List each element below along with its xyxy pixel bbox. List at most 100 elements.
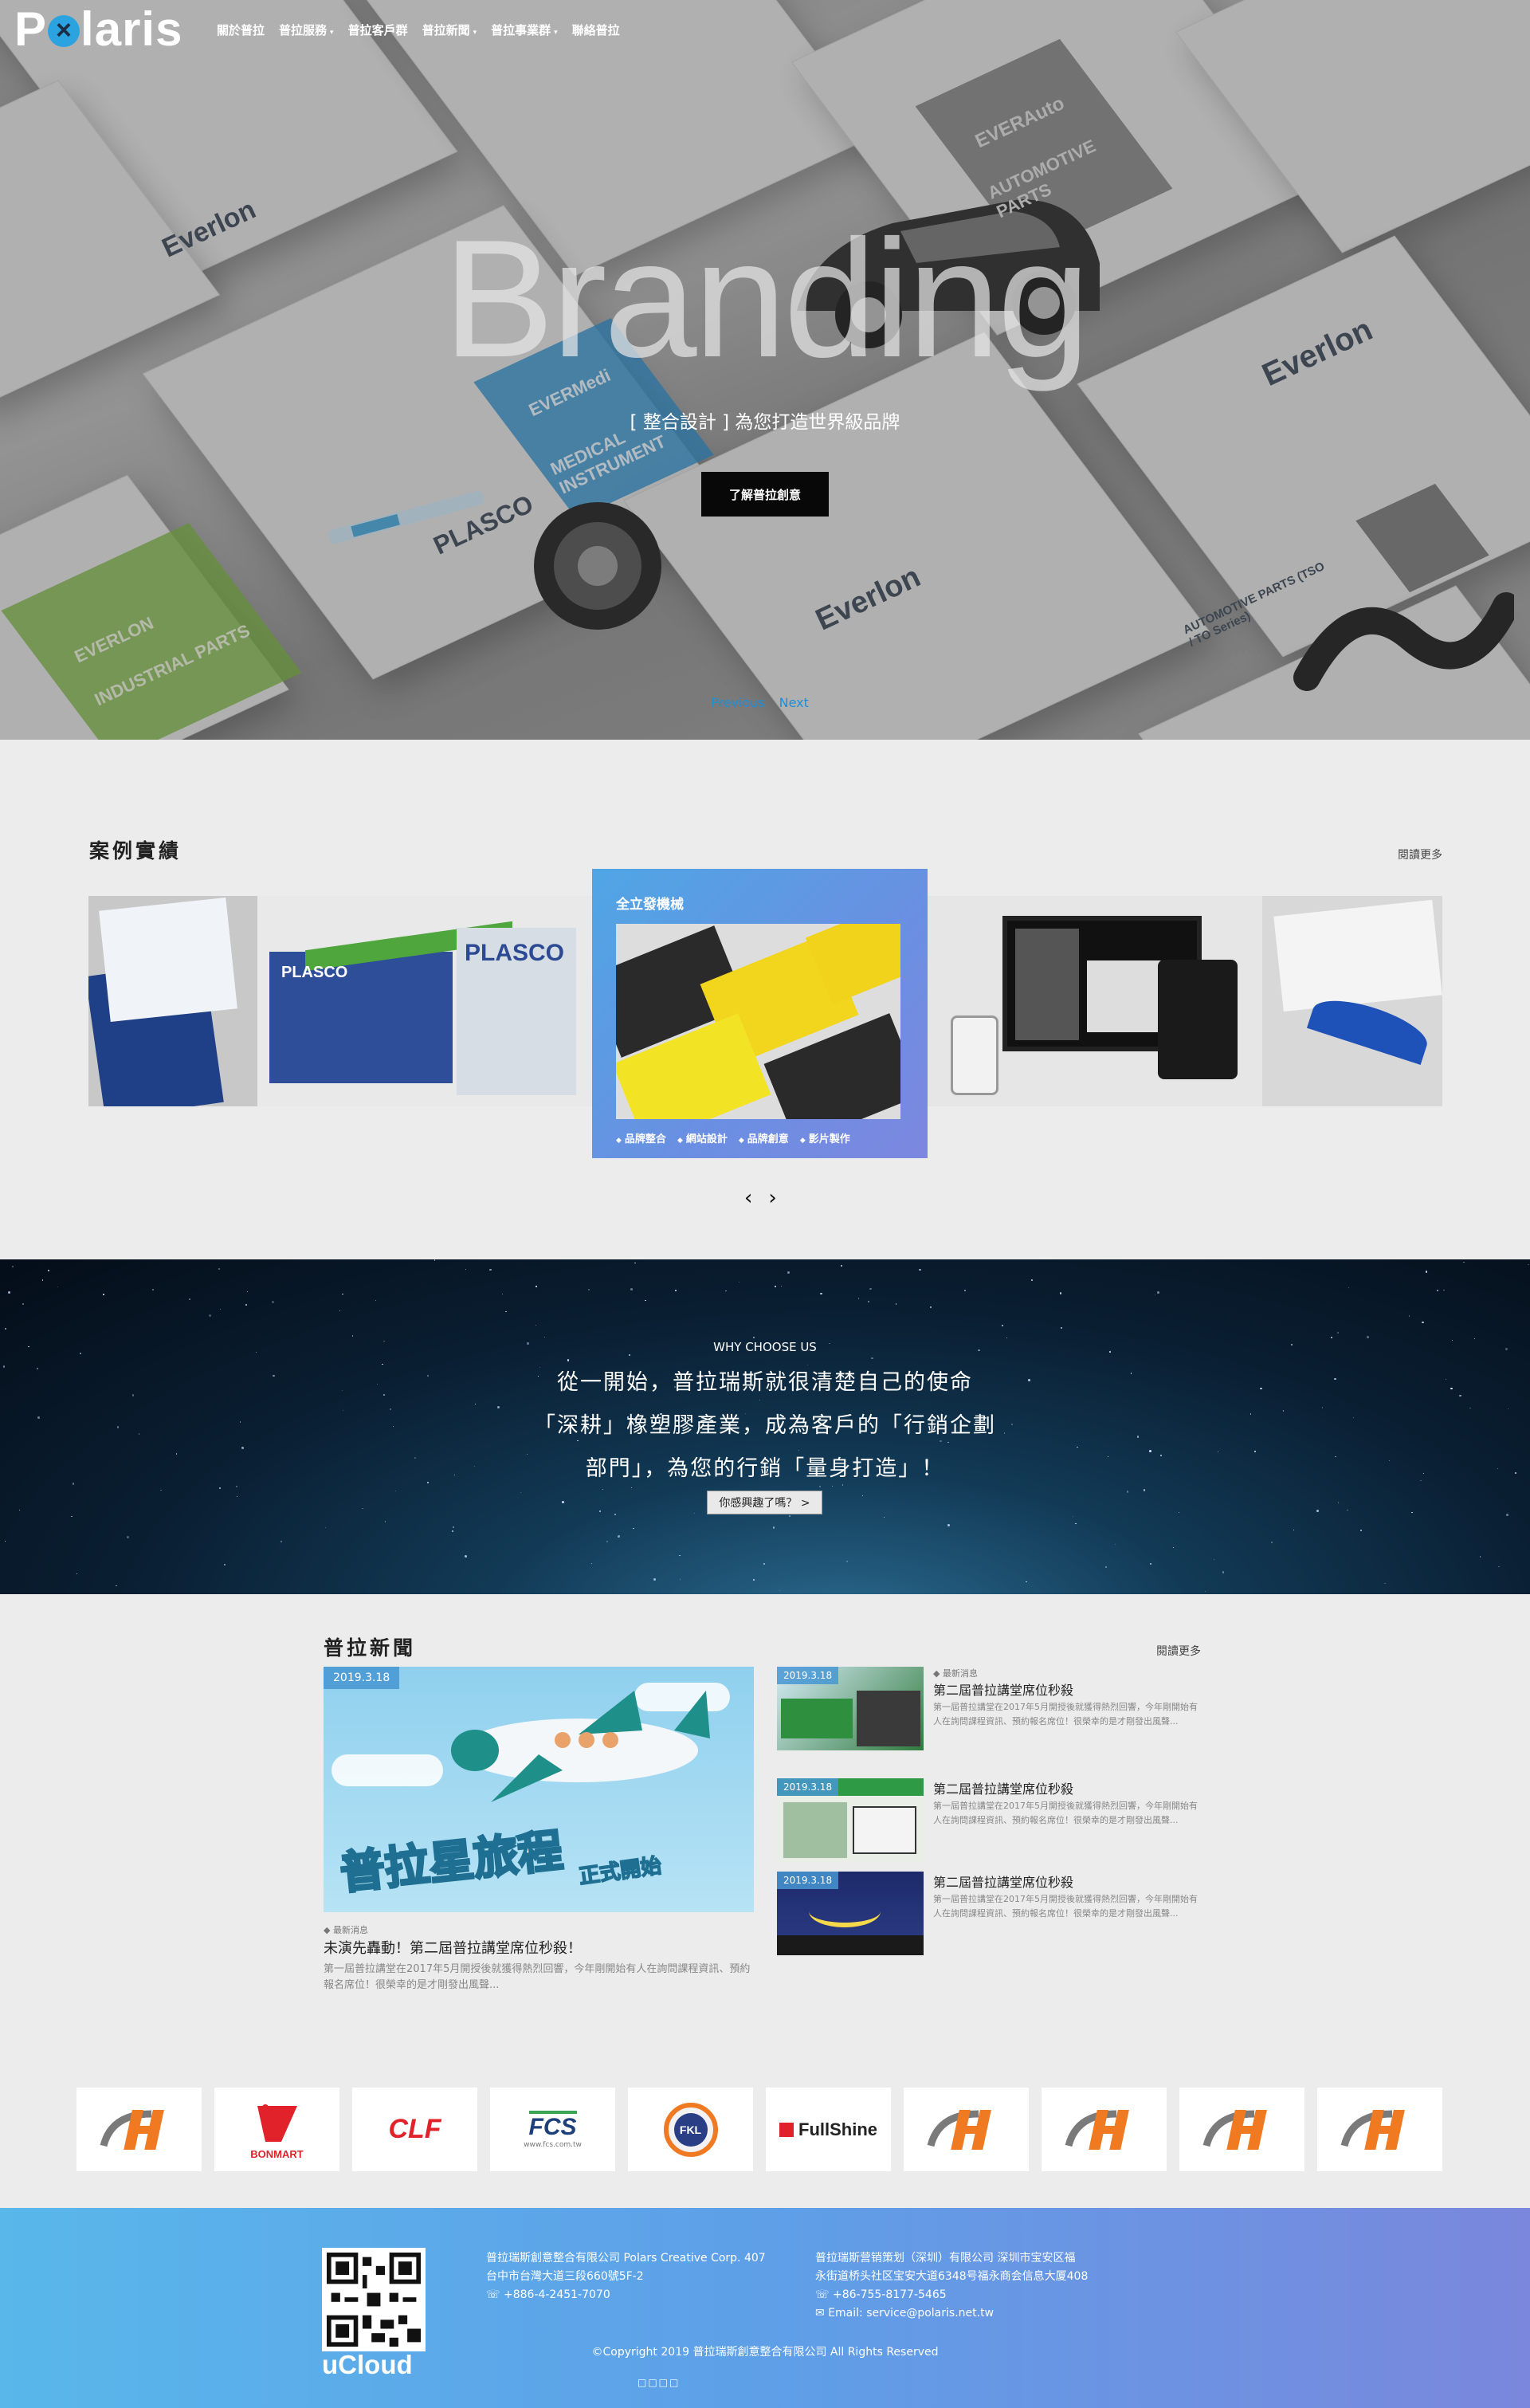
star-dot: [752, 1336, 755, 1338]
star-dot: [1359, 1529, 1363, 1532]
star-dot: [857, 1298, 860, 1300]
star-dot: [41, 1279, 44, 1281]
client-logo[interactable]: FullShine: [766, 2088, 891, 2171]
news-list-item[interactable]: 2019.3.18 ◆ 最新消息 第二屆普拉講堂席位秒殺 第一屆普拉講堂在201…: [777, 1667, 1207, 1753]
star-dot: [1408, 1315, 1410, 1318]
h-logo-icon: [1202, 2109, 1267, 2150]
client-logo[interactable]: FKL: [628, 2088, 753, 2171]
star-dot: [679, 1554, 681, 1557]
client-logo[interactable]: [904, 2088, 1029, 2171]
email-icon: ✉: [815, 2307, 825, 2320]
chevron-right-icon[interactable]: ›: [768, 1186, 776, 1210]
star-dot: [653, 1577, 657, 1581]
case-active-image: [616, 924, 900, 1119]
star-dot: [842, 1484, 844, 1486]
star-dot: [235, 1486, 238, 1488]
case-image: [1158, 960, 1238, 1079]
polaris-logo[interactable]: Plaris: [14, 5, 182, 56]
star-dot: [831, 1486, 833, 1487]
plasco-logo: PLASCO: [465, 940, 565, 966]
case-item[interactable]: [88, 896, 257, 1106]
news-list-item[interactable]: 2019.3.18 第二屆普拉講堂席位秒殺 第一屆普拉講堂在2017年5月開授後…: [777, 1872, 1207, 1958]
client-logos: BONMART CLF FCS www.fcs.com.tw FKL FullS…: [76, 2088, 1442, 2171]
client-logo[interactable]: [76, 2088, 202, 2171]
nav-item-business[interactable]: 普拉事業群 ▾: [491, 22, 558, 38]
airplane-illustration: [451, 1691, 710, 1802]
nav-item-clients[interactable]: 普拉客戶群: [348, 22, 408, 38]
star-dot: [1156, 1291, 1159, 1294]
cases-read-more-link[interactable]: 閱讀更多: [1398, 847, 1442, 862]
news-list-item[interactable]: 2019.3.18 第二屆普拉講堂席位秒殺 第一屆普拉講堂在2017年5月開授後…: [777, 1778, 1207, 1864]
h-logo-icon: [100, 2109, 164, 2150]
client-logo[interactable]: FCS www.fcs.com.tw: [490, 2088, 615, 2171]
star-dot: [598, 1510, 601, 1513]
star-dot: [630, 1288, 633, 1290]
star-dot: [47, 1269, 50, 1272]
h-logo-icon: [1340, 2109, 1405, 2150]
why-interest-button[interactable]: 你感興趣了嗎？ >: [707, 1491, 822, 1514]
star-dot: [590, 1562, 592, 1564]
star-dot: [947, 1441, 949, 1443]
star-dot: [1506, 1514, 1508, 1516]
cases-arrows: ‹ ›: [744, 1186, 777, 1210]
star-dot: [220, 1308, 221, 1310]
news-thumbnail: 2019.3.18: [777, 1872, 924, 1955]
hero-next-link[interactable]: Next: [779, 695, 809, 710]
star-dot: [567, 1359, 569, 1361]
hero-subtitle: [ 整合設計 ] 為您打造世界級品牌: [630, 412, 900, 433]
hero-prev-link[interactable]: Previous: [711, 695, 765, 710]
logo-star-icon: [48, 6, 80, 55]
star-dot: [505, 1310, 508, 1313]
star-dot: [224, 1564, 226, 1566]
client-logo[interactable]: [1179, 2088, 1304, 2171]
news-main-title[interactable]: 未演先轟動！第二屆普拉講堂席位秒殺！: [324, 1937, 582, 1958]
chevron-left-icon[interactable]: ‹: [744, 1186, 752, 1210]
news-read-more-link[interactable]: 閱讀更多: [1156, 1643, 1201, 1659]
star-dot: [57, 1286, 58, 1288]
star-dot: [76, 1573, 78, 1575]
star-dot: [4, 1327, 6, 1330]
news-main-image[interactable]: 普拉星旅程 正式開始 2019.3.18: [324, 1667, 754, 1912]
client-logo[interactable]: [1317, 2088, 1442, 2171]
hero-cta-button[interactable]: 了解普拉創意: [701, 472, 829, 517]
nav-item-contact[interactable]: 聯絡普拉: [572, 22, 620, 38]
star-dot: [351, 1334, 354, 1337]
hero-pager: Previous Next: [711, 695, 809, 710]
client-logo[interactable]: BONMART: [214, 2088, 339, 2171]
star-dot: [453, 1526, 455, 1528]
why-kicker: WHY CHOOSE US: [713, 1340, 817, 1354]
star-dot: [11, 1265, 14, 1267]
star-dot: [1172, 1546, 1175, 1548]
star-dot: [1150, 1562, 1152, 1565]
case-active-title: 全立發機械: [616, 897, 684, 913]
star-dot: [562, 1500, 564, 1503]
star-dot: [1075, 1522, 1077, 1525]
case-item[interactable]: PLASCO PLASCO: [257, 896, 593, 1106]
star-dot: [862, 1495, 864, 1497]
case-item[interactable]: [1262, 896, 1442, 1106]
client-logo[interactable]: CLF: [352, 2088, 477, 2171]
nav-item-news[interactable]: 普拉新聞 ▾: [422, 22, 477, 38]
news-item-title: 第二屆普拉講堂席位秒殺: [933, 1683, 1074, 1698]
case-item-active[interactable]: 全立發機械 品牌整合 網站設計 品牌創意 影片製作: [592, 869, 928, 1158]
news-item-excerpt: 第一屆普拉講堂在2017年5月開授後就獲得熱烈回響，今年剛開始有人在詢問課程資訊…: [933, 1702, 1198, 1726]
nav-item-services[interactable]: 普拉服務 ▾: [279, 22, 334, 38]
star-dot: [1030, 1279, 1034, 1282]
star-dot: [1002, 1324, 1004, 1326]
footer-email-link[interactable]: Email: service@polaris.net.tw: [828, 2307, 994, 2320]
star-dot: [324, 1526, 326, 1528]
nav-item-about[interactable]: 關於普拉: [217, 22, 265, 38]
case-item[interactable]: [927, 896, 1262, 1106]
news-date-badge: 2019.3.18: [777, 1778, 839, 1796]
client-logo[interactable]: [1042, 2088, 1167, 2171]
star-dot: [1104, 1565, 1108, 1568]
news-main-excerpt: 第一屆普拉講堂在2017年5月開授後就獲得熱烈回響，今年剛開始有人在詢問課程資訊…: [324, 1963, 751, 1991]
tag-label: 網站設計: [677, 1130, 728, 1145]
star-dot: [883, 1517, 885, 1518]
star-dot: [929, 1306, 932, 1309]
star-dot: [614, 1513, 617, 1515]
star-dot: [342, 1293, 343, 1295]
star-dot: [674, 1289, 677, 1291]
plasco-logo: PLASCO: [281, 964, 348, 981]
case-image: [99, 898, 237, 1022]
